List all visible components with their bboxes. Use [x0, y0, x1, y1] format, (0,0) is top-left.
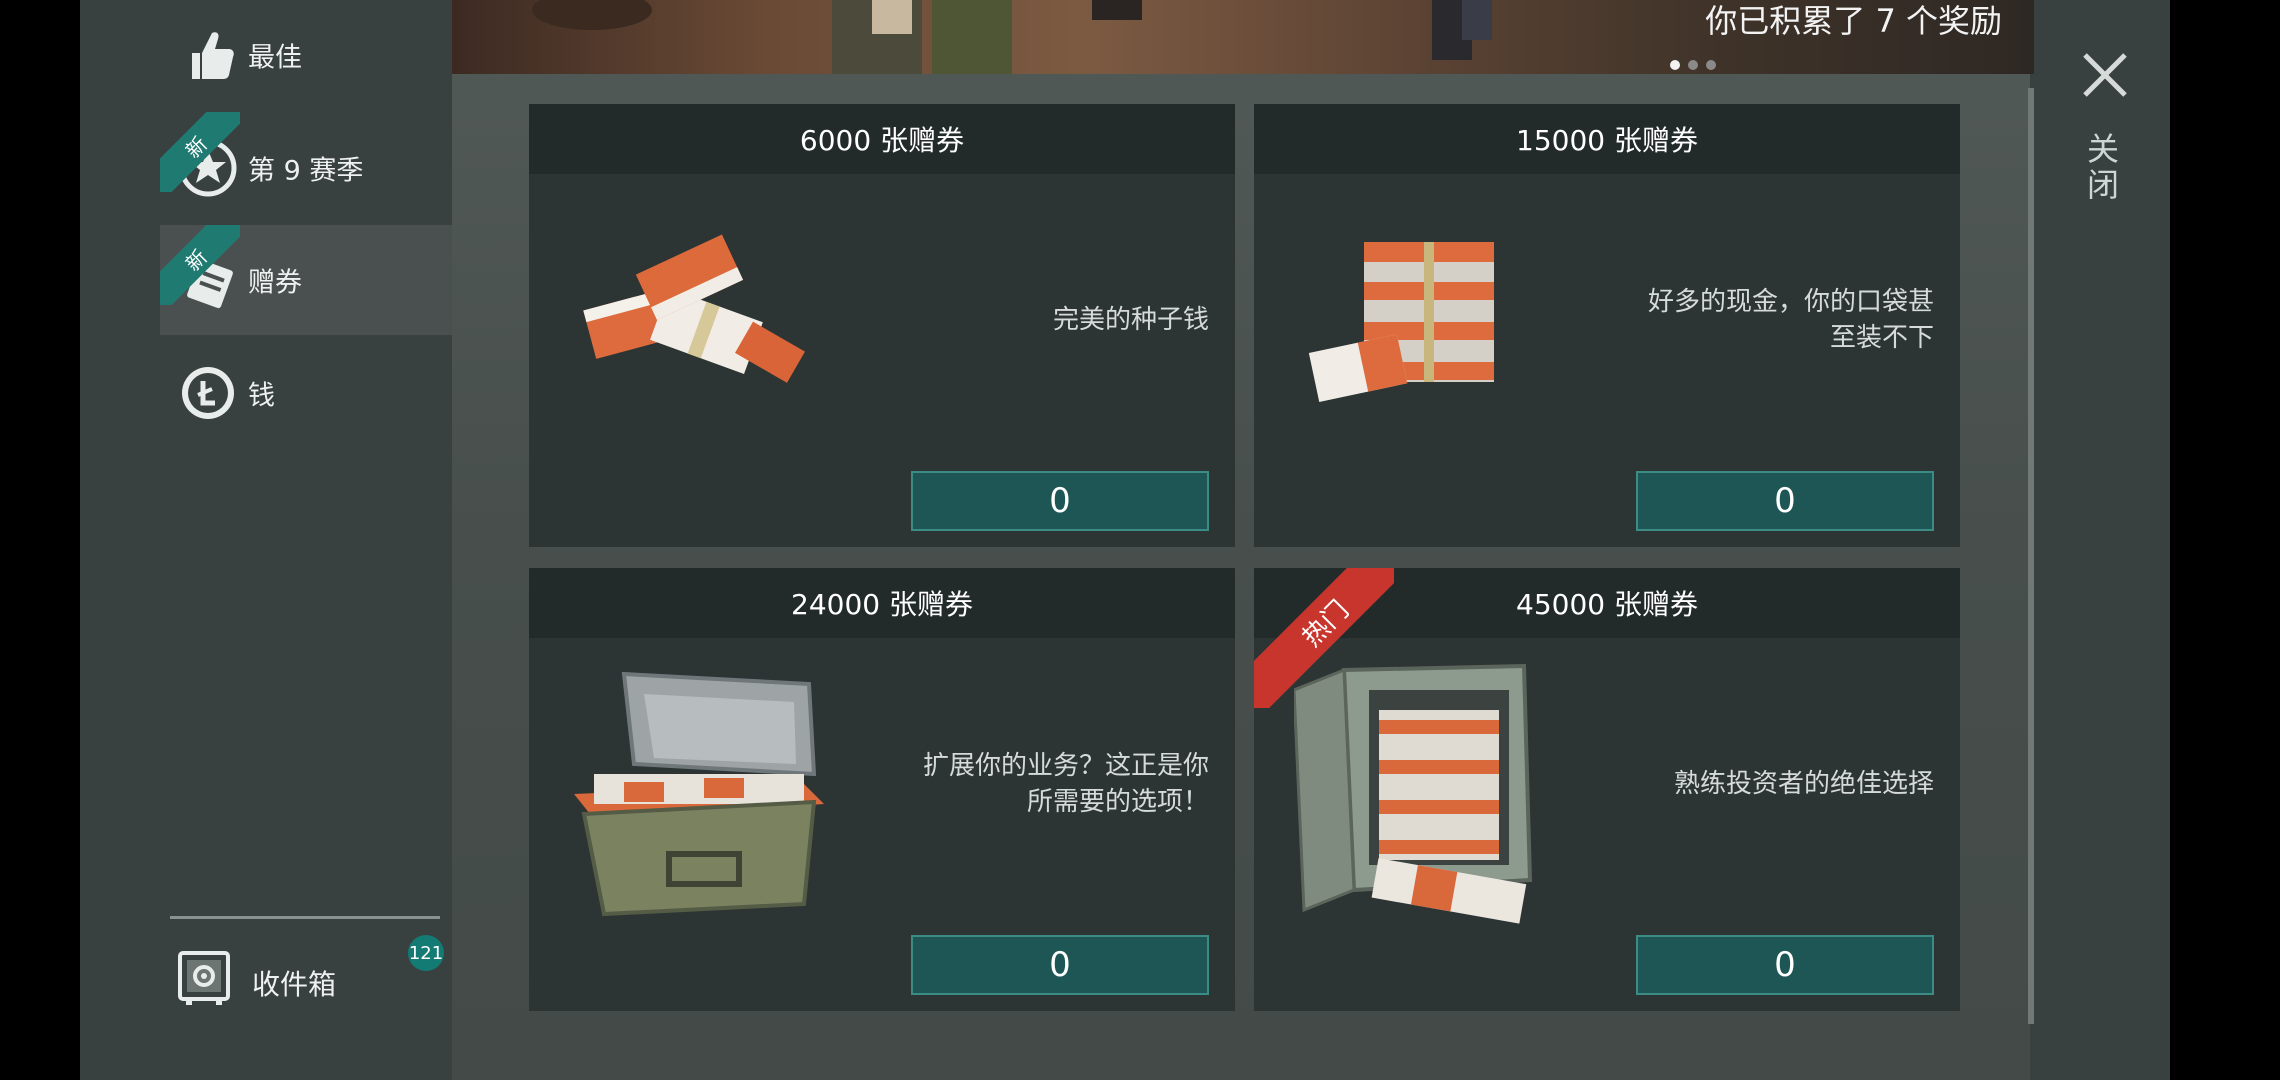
offer-title: 15000 张赠券 [1254, 104, 1960, 174]
sidebar-item-label: 第 9 赛季 [248, 155, 364, 187]
sidebar-item-label: 最佳 [248, 42, 302, 74]
coupon-offer-card[interactable]: 24000 张赠券 扩展你的业务？这正是你 所需要的选项！ 0 [529, 568, 1235, 1011]
buy-button[interactable]: 0 [911, 935, 1209, 995]
safe-box-icon [178, 951, 230, 1005]
offer-description-line: 所需要的选项！ [1026, 787, 1209, 817]
sidebar-item-best[interactable]: 最佳 [160, 0, 452, 110]
hot-ribbon: 热门 [1254, 568, 1394, 708]
offer-description: 扩展你的业务？这正是你 所需要的选项！ [923, 748, 1209, 820]
banner-pagination[interactable] [1670, 60, 1716, 70]
offer-description: 熟练投资者的绝佳选择 [1674, 766, 1934, 802]
sidebar-item-label: 赠券 [248, 267, 302, 299]
new-ribbon-label: 新 [160, 225, 240, 305]
offer-description-line: 好多的现金，你的口袋甚 [1647, 287, 1934, 317]
offer-title: 24000 张赠券 [529, 568, 1235, 638]
coin-icon [182, 367, 234, 419]
buy-button[interactable]: 0 [911, 471, 1209, 531]
offer-description-line: 扩展你的业务？这正是你 [922, 751, 1209, 781]
inbox-count-badge: 121 [408, 935, 444, 971]
new-ribbon: 新 [160, 225, 240, 305]
thumbs-up-icon [192, 32, 234, 79]
inbox-button[interactable]: 收件箱 121 [160, 935, 450, 1025]
coupon-stack-image [583, 234, 805, 383]
hot-ribbon-label: 热门 [1254, 568, 1394, 708]
offer-description: 好多的现金，你的口袋甚 至装不下 [1648, 284, 1934, 356]
sidebar-item-label: 钱 [248, 380, 275, 412]
sidebar-divider [170, 916, 440, 919]
coupon-offer-card[interactable]: 45000 张赠券 熟练投资者的绝佳选择 0 热门 [1254, 568, 1960, 1011]
pagination-dot[interactable] [1706, 60, 1716, 70]
promo-banner[interactable]: 你已积累了 7 个奖励 [452, 0, 2034, 74]
coupon-pile-image [1308, 242, 1494, 402]
coupon-offer-card[interactable]: 15000 张赠券 好多的现金，你的口袋甚 至装不下 0 [1254, 104, 1960, 547]
offer-description: 完美的种子钱 [1053, 302, 1209, 338]
coupon-case-image [574, 671, 824, 917]
new-ribbon: 新 [160, 112, 240, 192]
pagination-dot[interactable] [1688, 60, 1698, 70]
sidebar-item-money[interactable]: 钱 [160, 338, 452, 448]
buy-button[interactable]: 0 [1636, 935, 1934, 995]
offer-title: 6000 张赠券 [529, 104, 1235, 174]
inbox-label: 收件箱 [252, 968, 337, 1001]
offers-scrollbar[interactable] [2028, 88, 2034, 1024]
pagination-dot[interactable] [1670, 60, 1680, 70]
offer-description-line: 熟练投资者的绝佳选择 [1673, 769, 1934, 799]
buy-button[interactable]: 0 [1636, 471, 1934, 531]
offer-description-line: 至装不下 [1829, 323, 1934, 353]
offer-description-line: 完美的种子钱 [1052, 305, 1209, 335]
coupon-offer-card[interactable]: 6000 张赠券 完美的种子钱 0 [529, 104, 1235, 547]
banner-rewards-text: 你已积累了 7 个奖励 [1705, 2, 2002, 40]
new-ribbon-label: 新 [160, 112, 240, 192]
close-icon[interactable] [2080, 50, 2130, 100]
close-label[interactable]: 关闭 [2082, 132, 2124, 204]
